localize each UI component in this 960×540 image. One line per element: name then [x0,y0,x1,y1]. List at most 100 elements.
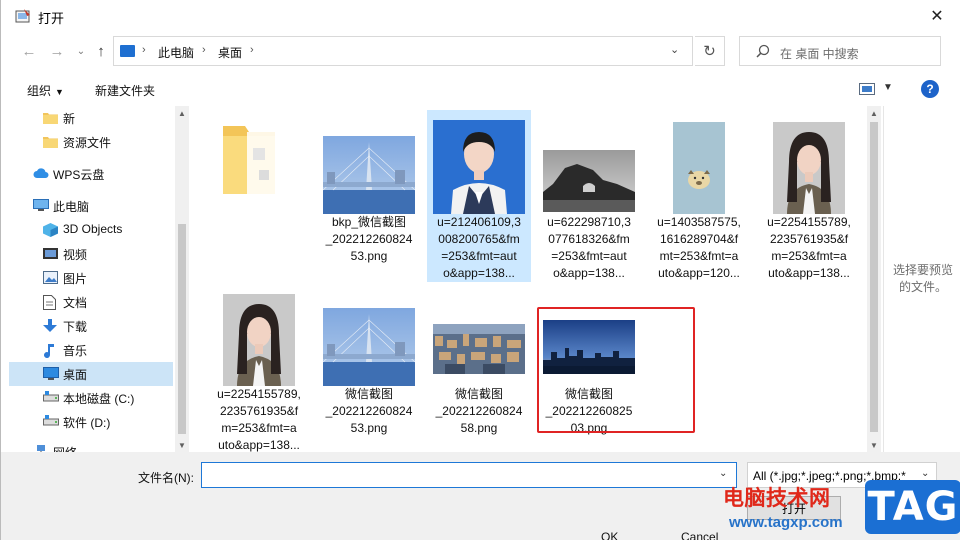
video-icon [43,247,58,260]
breadcrumb-desktop[interactable]: 桌面 [218,44,242,61]
files-scrollbar-thumb[interactable] [870,122,878,432]
scroll-up-icon[interactable]: ▲ [175,106,189,120]
breadcrumb-separator-icon[interactable]: › [202,44,206,56]
preview-hint: 选择要预览的文件。 [892,263,953,294]
image-thumbnail [773,122,845,214]
sidebar-item-5[interactable]: 3D Objects [9,218,173,242]
sidebar-item-13[interactable]: 软件 (D:) [9,410,173,434]
up-button[interactable]: ↑ [91,41,111,61]
scroll-down-icon[interactable]: ▼ [867,438,881,452]
forward-button[interactable]: → [47,41,67,61]
search-placeholder: 在 桌面 中搜索 [780,47,859,61]
close-button[interactable]: ✕ [921,4,953,28]
sidebar-item-label: 网络 [53,444,77,452]
file-item[interactable]: u=212406109,3 008200765&fm =253&fmt=aut … [427,110,531,282]
search-icon [756,44,770,58]
sidebar-item-12[interactable]: 本地磁盘 (C:) [9,386,173,410]
folder-icon [43,135,58,148]
chevron-down-icon: ⌄ [76,45,86,57]
files-scrollbar[interactable]: ▲ ▼ [867,106,881,452]
image-thumbnail [543,150,635,212]
organize-button[interactable]: 组织 ▼ [27,82,64,99]
breadcrumb-this-pc[interactable]: 此电脑 [158,44,194,61]
file-name: u=1403587575, 1616289704&f mt=253&fmt=a … [657,215,741,280]
refresh-button[interactable]: ↻ [695,36,725,66]
file-name: u=2254155789, 2235761935&f m=253&fmt=a u… [767,215,851,280]
sidebar-item-1[interactable]: 新 [9,106,173,130]
sidebar-item-label: 下载 [63,320,88,334]
download-icon [43,319,58,332]
image-thumbnail [673,122,725,214]
recent-locations-button[interactable]: ⌄ [71,41,91,61]
file-item[interactable]: u=622298710,3 077618326&fm =253&fmt=aut … [537,110,641,282]
title-bar: 打开 ✕ [1,0,960,32]
desktop-icon [43,367,59,380]
sidebar-item-label: WPS云盘 [53,168,105,182]
sidebar-item-label: 新 [63,112,76,126]
window-title: 打开 [38,11,65,26]
sidebar-item-7[interactable]: 图片 [9,266,173,290]
sidebar-item-label: 视频 [63,248,88,262]
image-thumbnail [322,136,416,214]
file-item[interactable] [197,110,301,282]
sidebar-item-label: 桌面 [63,368,88,382]
image-thumbnail [322,308,416,386]
nav-scrollbar-thumb[interactable] [178,224,186,434]
file-item[interactable]: 微信截图 _202212260824 53.png [317,282,421,452]
folder-icon [43,111,58,124]
file-name: u=2254155789, 2235761935&f m=253&fmt=a u… [217,387,301,452]
computer-icon [33,199,49,212]
file-item[interactable]: u=2254155789, 2235761935&f m=253&fmt=a u… [757,110,861,282]
file-item[interactable]: u=1403587575, 1616289704&f mt=253&fmt=a … [647,110,751,282]
scroll-up-icon[interactable]: ▲ [867,106,881,120]
file-item[interactable]: 微信截图 _202212260824 58.png [427,282,531,452]
file-name: 微信截图 _202212260824 58.png [435,387,523,435]
forward-arrow-icon: → [49,42,65,60]
address-bar[interactable]: › 此电脑 › 桌面 › ⌄ [113,36,693,66]
sidebar-item-10[interactable]: 音乐 [9,338,173,362]
address-history-dropdown[interactable]: ⌄ [670,43,679,56]
view-mode-dropdown[interactable]: ▼ [883,82,893,93]
sidebar-item-4[interactable]: 此电脑 [9,194,173,218]
ok-button[interactable]: OK [601,530,641,540]
filename-input[interactable] [201,462,737,488]
up-arrow-icon: ↑ [97,42,105,60]
back-button[interactable]: ← [19,41,39,61]
watermark-tag-logo: TAG [865,480,960,534]
sidebar-item-6[interactable]: 视频 [9,242,173,266]
image-thumbnail [433,324,525,374]
filename-label: 文件名(N): [138,471,194,485]
image-thumbnail [543,320,635,374]
file-item[interactable]: bkp_微信截图 _202212260824 53.png [317,110,421,282]
cube-icon [43,223,58,237]
app-icon [15,9,30,23]
file-item[interactable]: u=2254155789, 2235761935&f m=253&fmt=a u… [207,282,311,452]
nav-scrollbar[interactable]: ▲ ▼ [175,106,189,452]
file-name: 微信截图 _202212260824 53.png [325,387,413,435]
breadcrumb-separator-icon[interactable]: › [250,44,254,56]
sidebar-item-label: 资源文件 [63,136,112,150]
image-thumbnail [433,120,525,214]
scroll-down-icon[interactable]: ▼ [175,438,189,452]
file-item[interactable]: 微信截图 _202212260825 03.png [537,282,641,452]
refresh-icon: ↻ [703,43,716,60]
view-mode-icon[interactable] [859,83,875,95]
sidebar-item-label: 3D Objects [63,222,123,236]
close-icon: ✕ [930,8,944,25]
sidebar-item-2[interactable]: 资源文件 [9,130,173,154]
music-icon [43,343,58,359]
sidebar-item-label: 音乐 [63,344,88,358]
sidebar-item-3[interactable]: WPS云盘 [9,162,173,186]
image-thumbnail [223,294,295,386]
back-arrow-icon: ← [21,42,37,60]
sidebar-item-11[interactable]: 桌面 [9,362,173,386]
address-row: ← → ⌄ ↑ › 此电脑 › 桌面 › ⌄ ↻ 在 桌面 中搜索 [1,34,960,68]
breadcrumb-separator-icon[interactable]: › [142,44,146,56]
search-input[interactable]: 在 桌面 中搜索 [739,36,941,66]
help-icon[interactable]: ? [921,80,939,98]
file-list: bkp_微信截图 _202212260824 53.png u=212406109… [191,106,881,452]
new-folder-button[interactable]: 新建文件夹 [95,82,155,99]
sidebar-item-14[interactable]: 网络 [9,440,173,452]
sidebar-item-8[interactable]: 文档 [9,290,173,314]
sidebar-item-9[interactable]: 下载 [9,314,173,338]
